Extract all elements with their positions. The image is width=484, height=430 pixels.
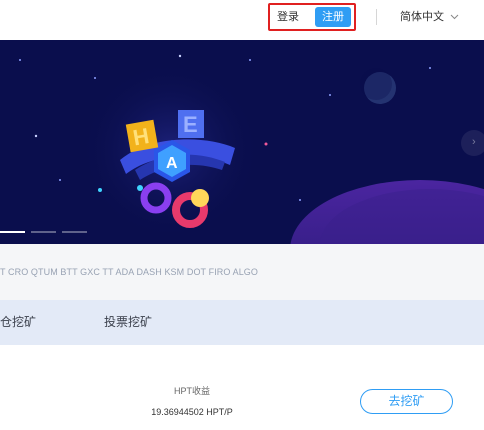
coin-ticker: T CRO QTUM BTT GXC TT ADA DASH KSM DOT F…	[0, 244, 484, 300]
tab-position-mining[interactable]: 仓挖矿	[0, 314, 36, 330]
banner-illustration: H E A	[0, 40, 484, 244]
banner-next-button[interactable]: ›	[461, 130, 484, 156]
chevron-right-icon: ›	[472, 136, 476, 148]
svg-text:A: A	[166, 155, 178, 172]
earnings-value: 19.36944502 HPT/P	[151, 407, 233, 417]
carousel-dot[interactable]	[31, 231, 56, 233]
mining-tabs: 仓挖矿 投票挖矿	[0, 300, 484, 345]
header-divider	[376, 9, 377, 25]
tab-vote-mining[interactable]: 投票挖矿	[104, 314, 152, 330]
page: 登录 注册 简体中文 H E A › T CRO QTUM BTT GXC TT…	[0, 0, 484, 430]
svg-text:E: E	[183, 112, 198, 137]
earnings-title: HPT收益	[173, 386, 210, 396]
highlight-box	[268, 3, 356, 31]
carousel-indicators	[0, 231, 87, 235]
hero-banner[interactable]: H E A ›	[0, 40, 484, 244]
language-selector[interactable]: 简体中文	[400, 9, 459, 25]
chevron-down-icon	[450, 14, 459, 20]
ticker-text: T CRO QTUM BTT GXC TT ADA DASH KSM DOT F…	[0, 267, 259, 277]
earnings-panel: HPT收益 19.36944502 HPT/P 去挖矿	[0, 345, 484, 430]
language-label: 简体中文	[400, 11, 444, 23]
top-header: 登录 注册 简体中文	[0, 0, 484, 40]
carousel-dot[interactable]	[0, 231, 25, 233]
go-mining-button[interactable]: 去挖矿	[360, 389, 453, 414]
carousel-dot[interactable]	[62, 231, 87, 233]
